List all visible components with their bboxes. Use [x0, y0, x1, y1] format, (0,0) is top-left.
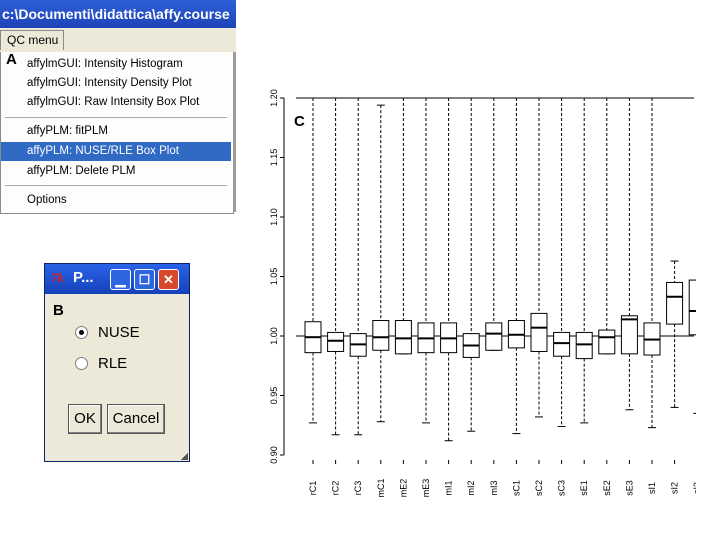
- nuse-box-plot: 0.90 0.95 1.00 1.05 1.10 1.15 1.20 CrC1 rC2 rC3 mC…: [269, 89, 696, 498]
- box: [394, 320, 412, 355]
- dialog-title-bar[interactable]: 7k P... ▁ ☐ ✕: [45, 264, 189, 294]
- panel-label-c: C: [294, 113, 305, 130]
- minimize-icon: ▁: [115, 272, 126, 287]
- x-tick-label: sE1: [579, 480, 589, 496]
- x-tick-label: sI2: [670, 482, 680, 494]
- menubar: QC menu: [0, 28, 236, 52]
- menu-item-options[interactable]: Options: [1, 191, 231, 210]
- window-title-bar: c:\Documenti\didattica\affy.course: [0, 0, 236, 28]
- box: [327, 331, 345, 352]
- box: [688, 279, 696, 336]
- panel-label-b: B: [53, 302, 64, 319]
- x-tick-label: rC1: [308, 481, 318, 496]
- tk-logo-icon: 7k: [51, 270, 64, 285]
- box: [553, 331, 571, 357]
- x-tick-label: sC1: [511, 480, 521, 496]
- x-tick-label: sC3: [557, 480, 567, 496]
- nuse-rle-dialog: 7k P... ▁ ☐ ✕ B NUSE RLE OK Cancel: [44, 263, 190, 462]
- resize-grip-icon[interactable]: [181, 453, 188, 460]
- y-tick-label: 0.90: [269, 446, 279, 464]
- menu-item-delete-plm[interactable]: affyPLM: Delete PLM: [1, 162, 231, 181]
- x-tick-label: mC1: [376, 478, 386, 497]
- box: [598, 329, 616, 355]
- radio-button-icon[interactable]: [75, 325, 88, 339]
- qc-dropdown-menu: affylmGUI: Intensity Histogram affylmGUI…: [0, 52, 236, 214]
- y-tick-label: 0.95: [269, 387, 279, 405]
- box: [530, 312, 548, 352]
- radio-label-nuse: NUSE: [98, 324, 140, 341]
- ok-button[interactable]: OK: [68, 404, 102, 434]
- box: [620, 315, 638, 355]
- menu-separator: [5, 185, 227, 186]
- box: [666, 281, 684, 325]
- radio-option-nuse[interactable]: NUSE: [75, 322, 140, 344]
- y-tick-label: 1.10: [269, 208, 279, 226]
- menu-separator: [5, 117, 227, 118]
- y-tick-label: 1.20: [269, 89, 279, 107]
- menu-item-intensity-density-plot[interactable]: affylmGUI: Intensity Density Plot: [1, 74, 231, 93]
- dialog-title: P...: [73, 269, 94, 286]
- minimize-button[interactable]: ▁: [110, 269, 131, 290]
- x-tick-label: sC2: [534, 480, 544, 496]
- menu-item-raw-intensity-box-plot[interactable]: affylmGUI: Raw Intensity Box Plot: [1, 93, 231, 112]
- menu-item-fitplm[interactable]: affyPLM: fitPLM: [1, 122, 231, 141]
- x-tick-label: sE3: [624, 480, 634, 496]
- close-icon: ✕: [163, 272, 174, 287]
- qc-menu-button[interactable]: QC menu: [0, 30, 64, 50]
- x-tick-label: mI1: [444, 480, 454, 495]
- box: [575, 331, 593, 360]
- y-tick-label: 1.00: [269, 327, 279, 345]
- maximize-button[interactable]: ☐: [134, 269, 155, 290]
- box: [372, 320, 390, 351]
- box: [485, 322, 503, 351]
- x-tick-label: rC2: [331, 481, 341, 496]
- maximize-icon: ☐: [138, 272, 151, 287]
- nuse-box-plot-panel: 0.90 0.95 1.00 1.05 1.10 1.15 1.20 CrC1 rC2 rC3 mC…: [236, 80, 696, 500]
- menu-item-nuse-rle-box-plot[interactable]: affyPLM: NUSE/RLE Box Plot: [1, 142, 231, 161]
- x-tick-label: mE3: [421, 479, 431, 498]
- x-tick-label: mI3: [489, 480, 499, 495]
- x-tick-label: sI3: [692, 482, 696, 494]
- y-tick-label: 1.05: [269, 268, 279, 286]
- cancel-button[interactable]: Cancel: [107, 404, 165, 434]
- menu-item-intensity-histogram[interactable]: affylmGUI: Intensity Histogram: [1, 55, 231, 74]
- radio-option-rle[interactable]: RLE: [75, 353, 127, 375]
- panel-label-a: A: [6, 51, 17, 68]
- x-tick-label: sI1: [647, 482, 657, 494]
- close-button[interactable]: ✕: [158, 269, 179, 290]
- x-tick-label: sE2: [602, 480, 612, 496]
- x-tick-label: rC3: [353, 481, 363, 496]
- y-tick-label: 1.15: [269, 149, 279, 167]
- x-tick-label: mE2: [398, 479, 408, 498]
- radio-label-rle: RLE: [98, 355, 128, 372]
- qc-menu-panel: c:\Documenti\didattica\affy.course QC me…: [0, 0, 236, 214]
- radio-button-icon[interactable]: [75, 356, 88, 370]
- x-tick-label: mI2: [466, 480, 476, 495]
